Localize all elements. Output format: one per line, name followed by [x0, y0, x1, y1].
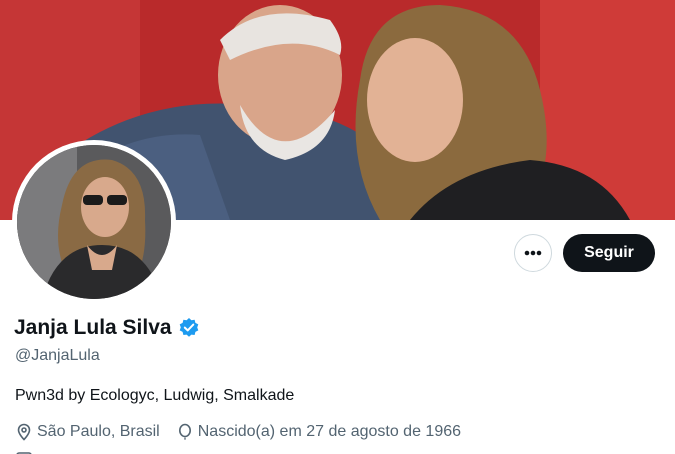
display-name: Janja Lula Silva — [14, 316, 172, 339]
avatar-frame[interactable] — [12, 140, 176, 304]
location-text: São Paulo, Brasil — [37, 423, 160, 440]
balloon-icon — [178, 423, 191, 440]
profile-bio: Pwn3d by Ecologyc, Ludwig, Smalkade — [15, 387, 295, 404]
location-item: São Paulo, Brasil — [15, 423, 160, 441]
more-horizontal-icon — [524, 250, 542, 256]
birth-text: Nascido(a) em 27 de agosto de 1966 — [197, 423, 462, 440]
joined-row-cutoff — [15, 446, 275, 454]
more-options-button[interactable] — [514, 234, 552, 272]
location-pin-icon — [17, 423, 31, 441]
user-handle: @JanjaLula — [15, 347, 100, 364]
birth-item: Nascido(a) em 27 de agosto de 1966 — [176, 423, 461, 441]
verified-badge-icon[interactable] — [178, 317, 200, 339]
avatar-photo — [17, 145, 171, 299]
name-row: Janja Lula Silva — [14, 316, 200, 340]
profile-meta: São Paulo, Brasil Nascido(a) em 27 de ag… — [15, 423, 461, 441]
avatar[interactable] — [17, 145, 171, 299]
follow-button[interactable]: Seguir — [563, 234, 655, 272]
